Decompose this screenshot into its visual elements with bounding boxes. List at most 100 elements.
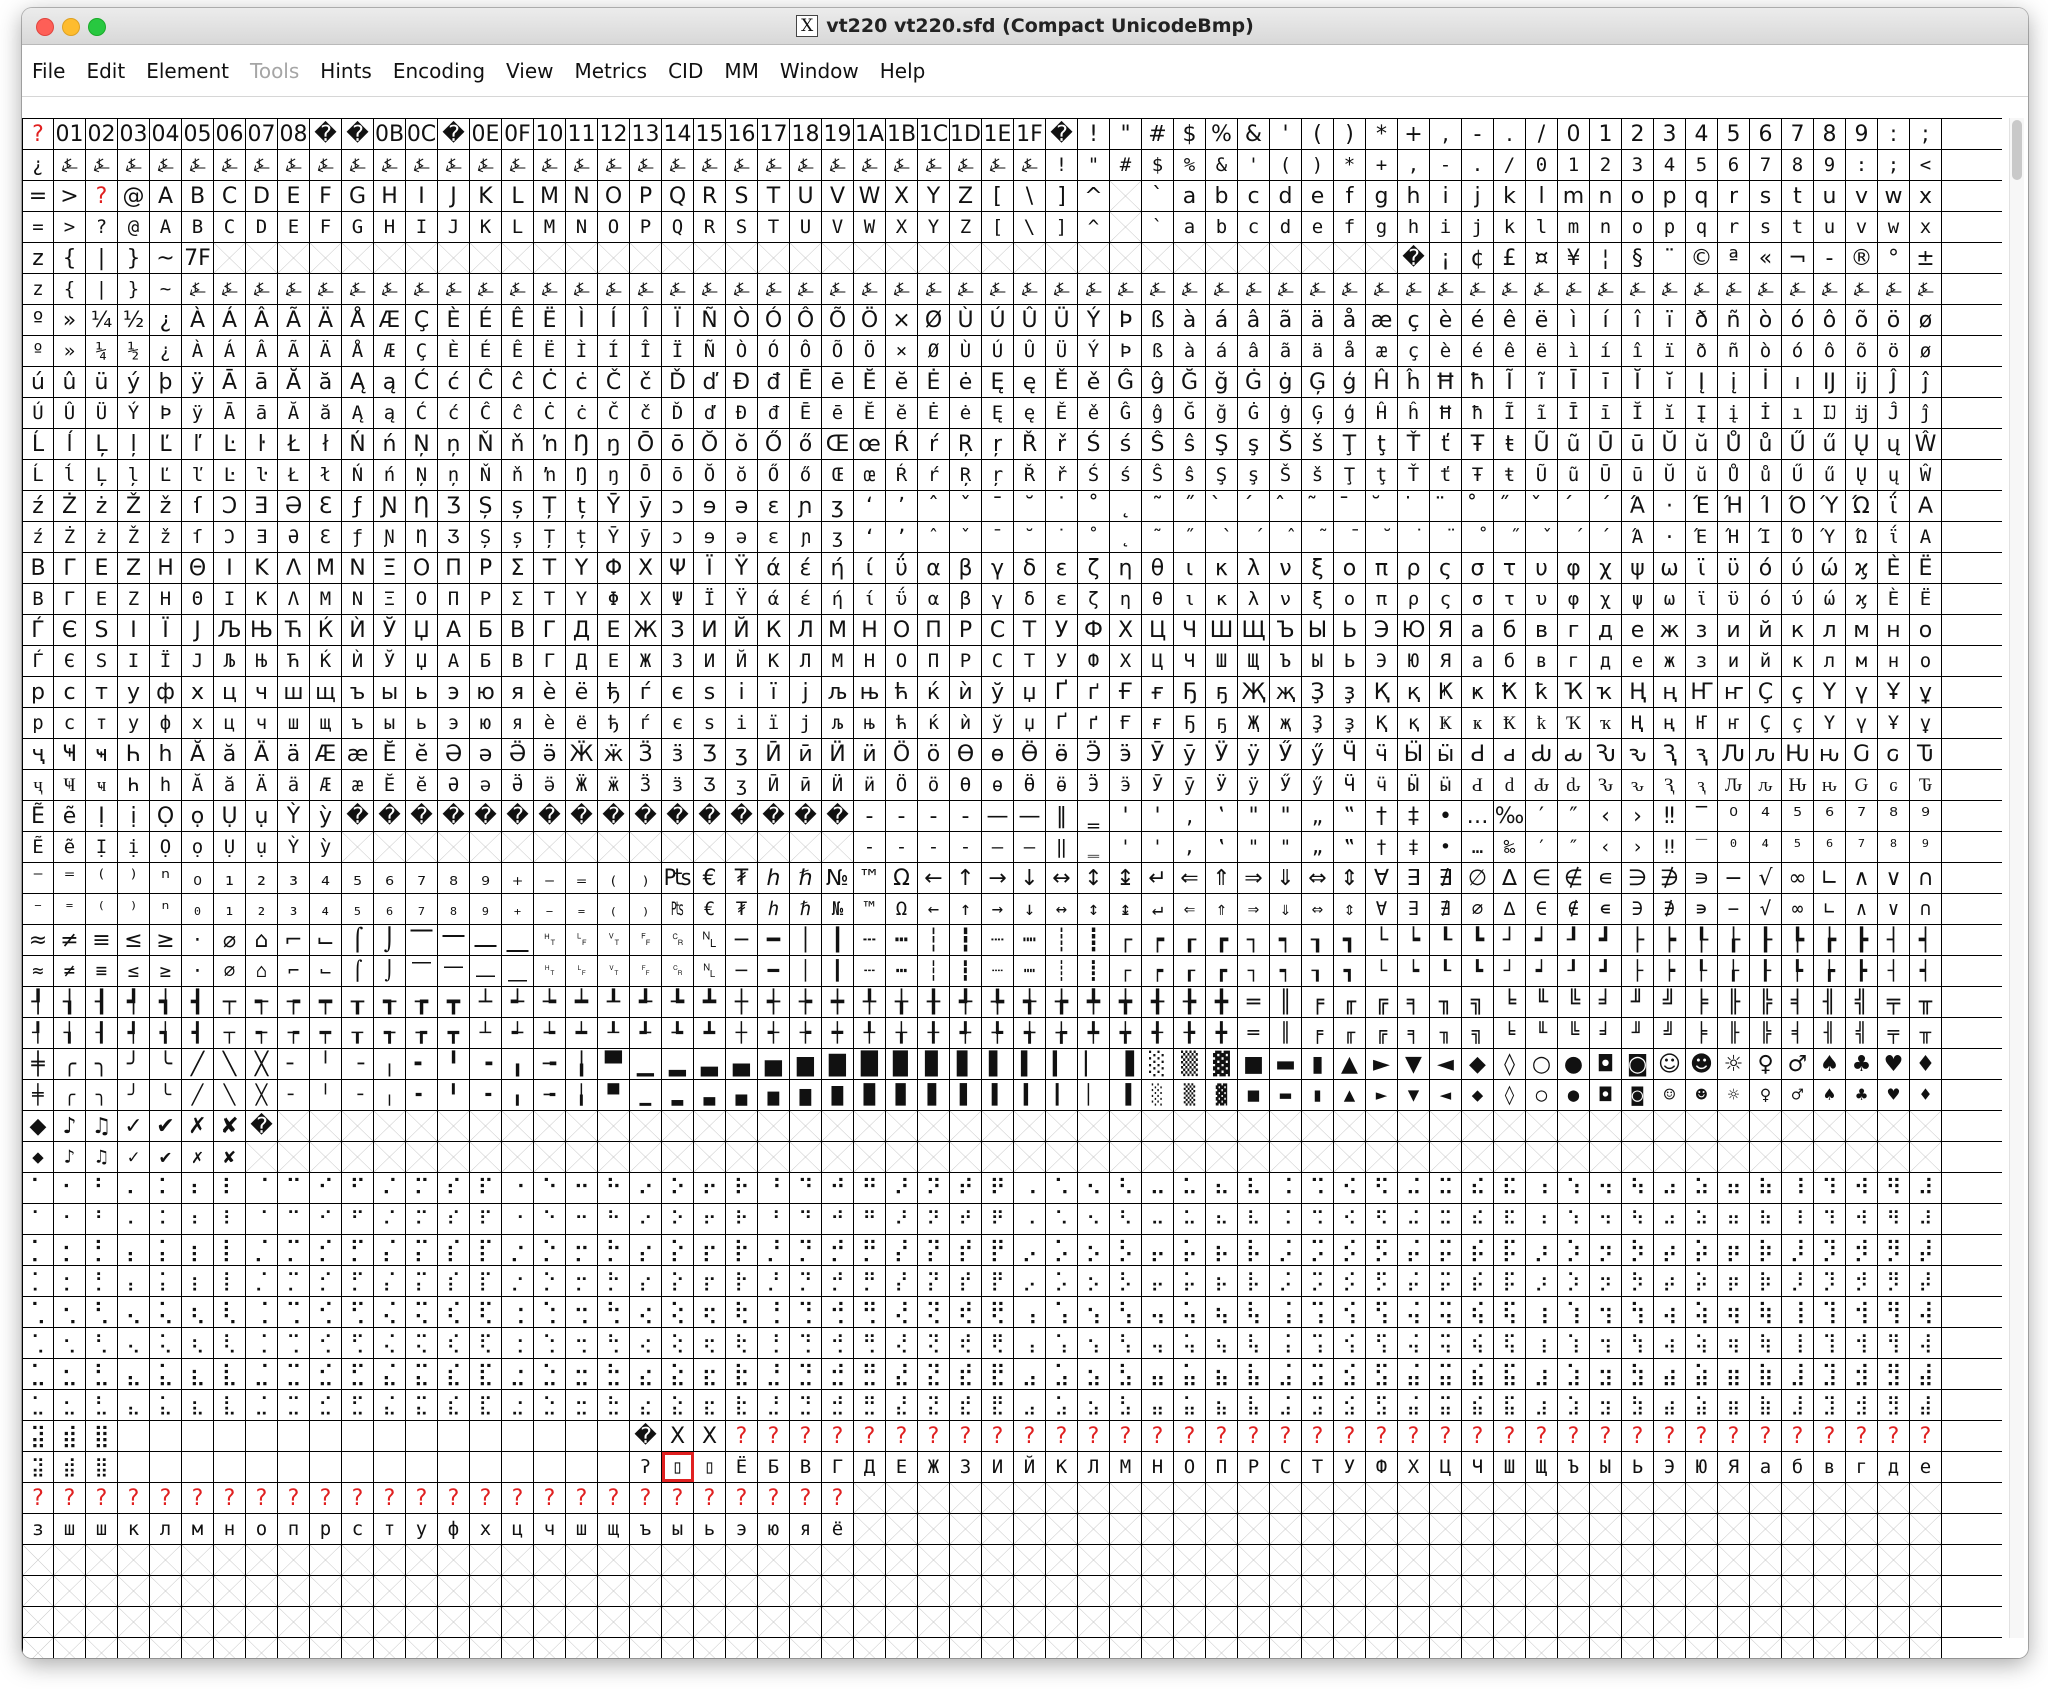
- glyph-label-cell[interactable]: �: [822, 801, 854, 831]
- glyph-label-cell[interactable]: ⢈: [246, 1297, 278, 1327]
- glyph-label-cell[interactable]: -: [1462, 119, 1494, 149]
- glyph-cell[interactable]: ∍: [1686, 894, 1718, 924]
- glyph-label-cell[interactable]: ı: [1782, 367, 1814, 397]
- glyph-label-cell[interactable]: ╟: [1718, 987, 1750, 1017]
- glyph-label-cell[interactable]: ԉ: [1750, 739, 1782, 769]
- glyph-label-cell[interactable]: ┏: [1206, 925, 1238, 955]
- glyph-cell[interactable]: ⠌: [374, 1204, 406, 1234]
- glyph-cell[interactable]: ⢔: [630, 1328, 662, 1358]
- glyph-label-cell[interactable]: ħ: [1462, 367, 1494, 397]
- glyph-cell[interactable]: ⣗: [726, 1390, 758, 1420]
- glyph-cell[interactable]: ⡶: [1718, 1266, 1750, 1296]
- glyph-label-cell[interactable]: ĺ: [54, 429, 86, 459]
- menu-window[interactable]: Window: [780, 59, 859, 83]
- glyph-cell[interactable]: δ: [1014, 584, 1046, 614]
- glyph-label-cell[interactable]: ӱ: [1238, 739, 1270, 769]
- glyph-cell[interactable]: ⢗: [726, 1328, 758, 1358]
- glyph-cell[interactable]: ⠼: [1910, 1204, 1942, 1234]
- glyph-cell[interactable]: ⡮: [1462, 1266, 1494, 1296]
- glyph-label-cell[interactable]: Ӣ: [758, 739, 790, 769]
- glyph-label-cell[interactable]: ⡵: [1686, 1235, 1718, 1265]
- glyph-cell[interactable]: έ: [790, 584, 822, 614]
- glyph-cell[interactable]: Ħ: [1430, 398, 1462, 428]
- glyph-label-cell[interactable]: 05: [182, 119, 214, 149]
- glyph-label-cell[interactable]: ₃: [278, 863, 310, 893]
- glyph-label-cell[interactable]: Ẽ: [22, 801, 54, 831]
- glyph-cell[interactable]: ⣑: [534, 1390, 566, 1420]
- glyph-label-cell[interactable]: ⣱: [1558, 1359, 1590, 1389]
- glyph-cell[interactable]: ⠞: [950, 1204, 982, 1234]
- glyph-cell[interactable]: ˉ: [982, 522, 1014, 552]
- glyph-cell[interactable]: ⍼: [854, 274, 886, 304]
- empty-glyph-slot[interactable]: [1046, 243, 1078, 273]
- glyph-cell[interactable]: ⍼: [246, 150, 278, 180]
- glyph-label-cell[interactable]: ╸: [406, 1049, 438, 1079]
- glyph-label-cell[interactable]: |: [86, 243, 118, 273]
- glyph-label-cell[interactable]: â: [1238, 305, 1270, 335]
- glyph-label-cell[interactable]: ⣇: [214, 1359, 246, 1389]
- empty-glyph-slot[interactable]: [694, 1142, 726, 1172]
- glyph-cell[interactable]: Ţ: [1334, 460, 1366, 490]
- glyph-label-cell[interactable]: Χ: [630, 553, 662, 583]
- glyph-cell[interactable]: Щ: [1238, 646, 1270, 676]
- glyph-label-cell[interactable]: ⣠: [1014, 1359, 1046, 1389]
- glyph-cell[interactable]: ▐: [1110, 1080, 1142, 1110]
- glyph-label-cell[interactable]: ö: [1878, 305, 1910, 335]
- glyph-cell[interactable]: ⍼: [1750, 274, 1782, 304]
- glyph-label-cell[interactable]: ѐ: [534, 677, 566, 707]
- glyph-cell[interactable]: ă: [310, 398, 342, 428]
- glyph-label-cell[interactable]: ģ: [1334, 367, 1366, 397]
- glyph-label-cell[interactable]: Ҡ: [1558, 677, 1590, 707]
- glyph-label-cell[interactable]: ⢣: [1110, 1297, 1142, 1327]
- glyph-label-cell[interactable]: ľ: [182, 429, 214, 459]
- glyph-label-cell[interactable]: ┻: [694, 987, 726, 1017]
- glyph-label-cell[interactable]: Ŵ: [1910, 429, 1942, 459]
- glyph-label-cell[interactable]: ˘: [1014, 491, 1046, 521]
- glyph-cell[interactable]: ⍼: [1430, 274, 1462, 304]
- glyph-cell[interactable]: Н: [854, 646, 886, 676]
- glyph-label-cell[interactable]: ┭: [246, 987, 278, 1017]
- glyph-label-cell[interactable]: ⢄: [118, 1297, 150, 1327]
- glyph-label-cell[interactable]: ⣹: [1814, 1359, 1846, 1389]
- glyph-label-cell[interactable]: š: [1302, 429, 1334, 459]
- empty-glyph-slot[interactable]: [310, 1142, 342, 1172]
- glyph-cell[interactable]: Ȳ: [598, 522, 630, 552]
- glyph-cell[interactable]: №: [822, 894, 854, 924]
- empty-glyph-slot[interactable]: [566, 243, 598, 273]
- glyph-cell[interactable]: ⍼: [1270, 274, 1302, 304]
- glyph-cell[interactable]: ģ: [1334, 398, 1366, 428]
- glyph-label-cell[interactable]: ž: [150, 491, 182, 521]
- glyph-label-cell[interactable]: Ӝ: [566, 739, 598, 769]
- glyph-cell[interactable]: Ԋ: [1782, 770, 1814, 800]
- glyph-cell[interactable]: ╘: [1494, 1018, 1526, 1048]
- glyph-label-cell[interactable]: ұ: [1910, 677, 1942, 707]
- glyph-cell[interactable]: ⡎: [438, 1266, 470, 1296]
- glyph-label-cell[interactable]: ⣞: [950, 1359, 982, 1389]
- glyph-label-cell[interactable]: з: [1686, 615, 1718, 645]
- glyph-cell[interactable]: ⢥: [1174, 1328, 1206, 1358]
- glyph-cell[interactable]: Ý: [118, 398, 150, 428]
- glyph-cell[interactable]: ↓: [1014, 894, 1046, 924]
- glyph-label-cell[interactable]: ⣜: [886, 1359, 918, 1389]
- glyph-cell[interactable]: ┇: [950, 956, 982, 986]
- glyph-label-cell[interactable]: ⣉: [278, 1359, 310, 1389]
- glyph-cell[interactable]: ⡯: [1494, 1266, 1526, 1296]
- glyph-label-cell[interactable]: ț: [566, 491, 598, 521]
- glyph-label-cell[interactable]: Ԋ: [1782, 739, 1814, 769]
- glyph-cell[interactable]: ▬: [1270, 1080, 1302, 1110]
- glyph-label-cell[interactable]: Ě: [1046, 367, 1078, 397]
- glyph-label-cell[interactable]: Α: [1910, 491, 1942, 521]
- glyph-cell[interactable]: S: [726, 212, 758, 242]
- glyph-label-cell[interactable]: ¤: [1526, 243, 1558, 273]
- glyph-label-cell[interactable]: N: [566, 181, 598, 211]
- glyph-cell[interactable]: Ỳ: [278, 832, 310, 862]
- glyph-label-cell[interactable]: ү: [1846, 677, 1878, 707]
- glyph-cell[interactable]: җ: [1270, 708, 1302, 738]
- glyph-label-cell[interactable]: ĕ: [886, 367, 918, 397]
- glyph-cell[interactable]: ⣯: [1494, 1390, 1526, 1420]
- glyph-cell[interactable]: ⠓: [598, 1204, 630, 1234]
- glyph-cell[interactable]: Ǝ: [246, 522, 278, 552]
- glyph-cell[interactable]: 4: [1654, 150, 1686, 180]
- glyph-cell[interactable]: ⠰: [1526, 1204, 1558, 1234]
- glyph-label-cell[interactable]: ə: [726, 491, 758, 521]
